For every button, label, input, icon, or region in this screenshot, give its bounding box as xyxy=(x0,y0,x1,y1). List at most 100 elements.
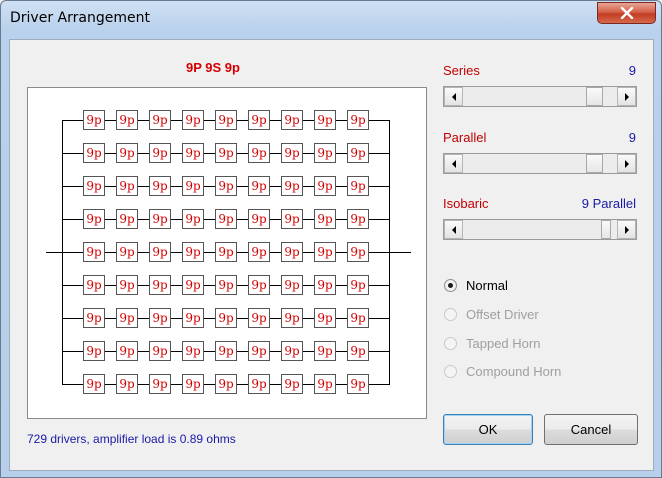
driver-box: 9p xyxy=(281,308,303,328)
arrow-left-icon xyxy=(451,159,456,168)
driver-box: 9p xyxy=(116,308,138,328)
driver-box: 9p xyxy=(116,275,138,295)
driver-box: 9p xyxy=(182,275,204,295)
driver-box: 9p xyxy=(215,242,237,262)
driver-box: 9p xyxy=(314,374,336,394)
driver-box: 9p xyxy=(347,275,369,295)
series-thumb[interactable] xyxy=(586,87,603,106)
arrow-right-icon xyxy=(624,159,629,168)
driver-box: 9p xyxy=(248,374,270,394)
radio-button[interactable] xyxy=(444,307,457,321)
driver-box: 9p xyxy=(182,374,204,394)
input-lead-right xyxy=(389,252,411,253)
parallel-label: Parallel xyxy=(443,130,487,145)
driver-diagram: 9p 9p 9p 9p 9p 9p 9p 9p 9p 9p 9p 9p 9p 9p 9p 9p 9p 9p 9p 9p… xyxy=(27,87,427,419)
driver-box: 9p xyxy=(347,341,369,361)
close-icon xyxy=(620,7,633,19)
arrow-right-icon xyxy=(624,225,629,234)
radio-button[interactable] xyxy=(444,364,457,378)
driver-box: 9p xyxy=(248,176,270,196)
window-title: Driver Arrangement xyxy=(10,10,150,26)
driver-box: 9p xyxy=(116,143,138,163)
series-scrollbar[interactable] xyxy=(443,86,637,107)
driver-box: 9p xyxy=(215,275,237,295)
driver-box: 9p xyxy=(83,110,105,130)
isobaric-scrollbar[interactable] xyxy=(443,219,637,240)
radio-normal[interactable]: Normal xyxy=(444,276,508,294)
radio-button[interactable] xyxy=(444,278,457,292)
parallel-right-arrow[interactable] xyxy=(617,154,636,173)
driver-box: 9p xyxy=(314,176,336,196)
driver-box: 9p xyxy=(149,143,171,163)
driver-box: 9p xyxy=(281,275,303,295)
driver-box: 9p xyxy=(215,176,237,196)
driver-box: 9p xyxy=(314,275,336,295)
parallel-left-arrow[interactable] xyxy=(444,154,463,173)
driver-box: 9p xyxy=(215,308,237,328)
radio-compound-horn[interactable]: Compound Horn xyxy=(444,362,561,380)
driver-box: 9p xyxy=(347,374,369,394)
driver-box: 9p xyxy=(347,143,369,163)
driver-arrangement-window: Driver Arrangement 9P 9S 9p 9p 9p 9p 9p 9p 9p… xyxy=(0,0,662,478)
driver-box: 9p xyxy=(116,110,138,130)
driver-box: 9p xyxy=(149,374,171,394)
driver-box: 9p xyxy=(149,242,171,262)
driver-box: 9p xyxy=(83,374,105,394)
driver-box: 9p xyxy=(314,308,336,328)
driver-box: 9p xyxy=(314,143,336,163)
driver-box: 9p xyxy=(83,308,105,328)
ok-button[interactable]: OK xyxy=(443,414,533,445)
cancel-button[interactable]: Cancel xyxy=(544,414,638,445)
driver-box: 9p xyxy=(83,209,105,229)
arrow-left-icon xyxy=(451,225,456,234)
isobaric-thumb[interactable] xyxy=(601,220,611,239)
series-value: 9 xyxy=(628,63,636,78)
driver-box: 9p xyxy=(83,341,105,361)
driver-box: 9p xyxy=(347,176,369,196)
radio-tapped-horn[interactable]: Tapped Horn xyxy=(444,334,540,352)
driver-box: 9p xyxy=(83,275,105,295)
driver-box: 9p xyxy=(314,341,336,361)
driver-box: 9p xyxy=(116,242,138,262)
driver-box: 9p xyxy=(182,308,204,328)
driver-box: 9p xyxy=(182,143,204,163)
driver-box: 9p xyxy=(83,242,105,262)
parallel-value: 9 xyxy=(628,130,636,145)
radio-offset-driver[interactable]: Offset Driver xyxy=(444,305,539,323)
radio-label: Normal xyxy=(466,277,508,293)
close-button[interactable] xyxy=(597,2,656,24)
driver-box: 9p xyxy=(149,110,171,130)
parallel-scrollbar[interactable] xyxy=(443,153,637,174)
isobaric-value: 9 Parallel xyxy=(581,196,636,211)
isobaric-left-arrow[interactable] xyxy=(444,220,463,239)
driver-box: 9p xyxy=(314,209,336,229)
driver-box: 9p xyxy=(215,209,237,229)
driver-box: 9p xyxy=(248,242,270,262)
driver-box: 9p xyxy=(248,308,270,328)
series-left-arrow[interactable] xyxy=(444,87,463,106)
driver-box: 9p xyxy=(116,209,138,229)
arrow-left-icon xyxy=(451,92,456,101)
driver-box: 9p xyxy=(281,374,303,394)
parallel-thumb[interactable] xyxy=(586,154,603,173)
driver-box: 9p xyxy=(116,176,138,196)
radio-label: Compound Horn xyxy=(466,363,562,379)
status-text: 729 drivers, amplifier load is 0.89 ohms xyxy=(27,432,236,446)
driver-box: 9p xyxy=(215,374,237,394)
radio-label: Offset Driver xyxy=(466,306,539,322)
series-right-arrow[interactable] xyxy=(617,87,636,106)
diagram-title: 9P 9S 9p xyxy=(186,60,240,75)
driver-box: 9p xyxy=(182,110,204,130)
driver-box: 9p xyxy=(182,242,204,262)
title-bar[interactable]: Driver Arrangement xyxy=(1,1,661,35)
input-lead-left xyxy=(46,252,62,253)
arrow-right-icon xyxy=(624,92,629,101)
driver-box: 9p xyxy=(215,143,237,163)
driver-box: 9p xyxy=(248,110,270,130)
driver-box: 9p xyxy=(149,176,171,196)
driver-box: 9p xyxy=(281,341,303,361)
radio-button[interactable] xyxy=(444,336,457,350)
isobaric-right-arrow[interactable] xyxy=(617,220,636,239)
driver-box: 9p xyxy=(281,242,303,262)
driver-box: 9p xyxy=(149,275,171,295)
